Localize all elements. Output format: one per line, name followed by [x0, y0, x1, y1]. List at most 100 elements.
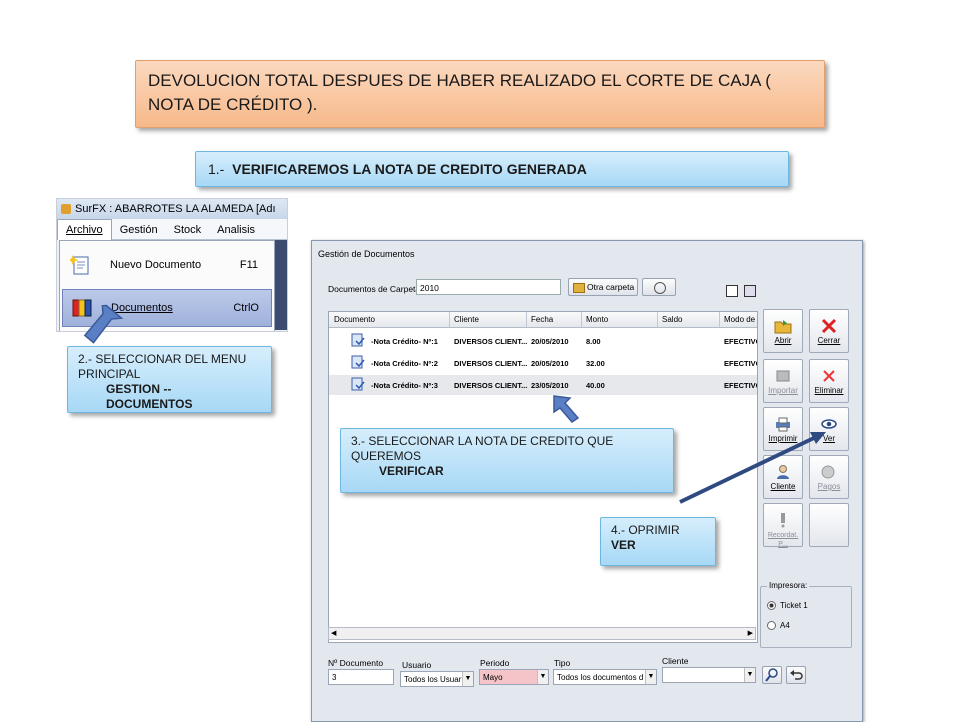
periodo-value: Mayo — [483, 673, 503, 682]
cerrar-button[interactable]: Cerrar — [809, 309, 849, 353]
cliente-select[interactable]: ▼ — [662, 667, 756, 683]
menu-stock[interactable]: Stock — [166, 220, 210, 240]
reminder-icon — [781, 513, 785, 528]
search-button[interactable] — [762, 666, 782, 684]
cell-monto: 8.00 — [586, 337, 601, 346]
app-icon — [61, 204, 71, 215]
abrir-button[interactable]: Abrir — [763, 309, 803, 353]
cell-monto: 32.00 — [586, 359, 605, 368]
dropdown-arrow-icon[interactable]: ▼ — [537, 670, 548, 684]
num-documento-label: Nº Documento — [328, 658, 384, 668]
cerrar-label: Cerrar — [817, 336, 841, 345]
step3-bold: VERIFICAR — [379, 464, 444, 478]
table-row[interactable]: -Nota Crédito- Nº:2 DIVERSOS CLIENT... 2… — [329, 353, 757, 373]
pagos-label: Pagos — [817, 482, 841, 491]
dropdown-arrow-icon[interactable]: ▼ — [462, 672, 473, 686]
radio-a4-label: A4 — [780, 621, 790, 630]
dropdown-arrow-icon[interactable]: ▼ — [744, 668, 755, 682]
coins-icon — [821, 465, 835, 479]
tools-button[interactable] — [642, 278, 676, 296]
impresora-label: Impresora: — [767, 581, 810, 590]
otra-carpeta-button[interactable]: Otra carpeta — [568, 278, 638, 296]
dropdown-arrow-icon[interactable]: ▼ — [645, 670, 656, 684]
import-icon — [776, 370, 790, 382]
menu-bar: Archivo Gestión Stock Analisis — [57, 219, 287, 240]
step1-callout: 1.- VERIFICAREMOS LA NOTA DE CREDITO GEN… — [195, 151, 789, 187]
col-monto[interactable]: Monto — [586, 315, 608, 324]
cell-fecha: 23/05/2010 — [531, 381, 569, 390]
tipo-value: Todos los documentos d — [557, 673, 644, 682]
page-title: DEVOLUCION TOTAL DESPUES DE HABER REALIZ… — [148, 71, 771, 114]
imprimir-button[interactable]: Imprimir — [763, 407, 803, 451]
cell-fecha: 20/05/2010 — [531, 359, 569, 368]
cell-cliente: DIVERSOS CLIENT... — [454, 337, 528, 346]
menu-analisis[interactable]: Analisis — [209, 220, 263, 240]
menu-item-label: Nuevo Documento — [110, 259, 202, 271]
step4-callout: 4.- OPRIMIR VER — [600, 517, 716, 566]
radio-a4[interactable]: A4 — [767, 621, 790, 631]
num-documento-input[interactable]: 3 — [328, 669, 394, 685]
scroll-left-icon[interactable]: ◀ — [331, 629, 336, 637]
usuario-select[interactable]: Todos los Usuar ▼ — [400, 671, 474, 687]
paint-icon — [654, 282, 666, 294]
cell-monto: 40.00 — [586, 381, 605, 390]
radio-ticket1[interactable]: Ticket 1 — [767, 601, 808, 611]
cell-documento: -Nota Crédito- Nº:2 — [371, 359, 438, 368]
title-callout: DEVOLUCION TOTAL DESPUES DE HABER REALIZ… — [135, 60, 825, 128]
cliente-filter-label: Cliente — [662, 656, 689, 666]
cell-modo: EFECTIVO — [724, 381, 758, 390]
search-icon — [765, 668, 778, 682]
imprimir-label: Imprimir — [768, 434, 798, 443]
menu-item-nuevo-documento[interactable]: Nuevo Documento F11 — [62, 247, 270, 283]
cell-fecha: 20/05/2010 — [531, 337, 569, 346]
view-detail-icon[interactable] — [744, 285, 756, 297]
blank-button[interactable] — [809, 503, 849, 547]
eye-icon — [821, 419, 837, 429]
cliente-button[interactable]: Cliente — [763, 455, 803, 499]
periodo-select[interactable]: Mayo ▼ — [479, 669, 549, 685]
cell-documento: -Nota Crédito- Nº:1 — [371, 337, 438, 346]
importar-label: Importar — [768, 386, 798, 395]
document-icon — [351, 333, 365, 347]
tipo-select[interactable]: Todos los documentos d ▼ — [553, 669, 657, 685]
col-fecha[interactable]: Fecha — [531, 315, 553, 324]
col-cliente[interactable]: Cliente — [454, 315, 479, 324]
pagos-button[interactable]: Pagos — [809, 455, 849, 499]
cell-modo: EFECTIVO — [724, 337, 758, 346]
table-row[interactable]: -Nota Crédito- Nº:1 DIVERSOS CLIENT... 2… — [329, 331, 757, 351]
scroll-right-icon[interactable]: ▶ — [748, 629, 753, 637]
eliminar-button[interactable]: Eliminar — [809, 359, 849, 403]
cell-documento: -Nota Crédito- Nº:3 — [371, 381, 438, 390]
tipo-label: Tipo — [554, 658, 571, 668]
table-row-selected[interactable]: -Nota Crédito- Nº:3 DIVERSOS CLIENT... 2… — [329, 375, 757, 395]
periodo-label: Periodo — [480, 658, 510, 668]
col-modo[interactable]: Modo de — [724, 315, 755, 324]
step2-callout: 2.- SELECCIONAR DEL MENU PRINCIPAL GESTI… — [67, 346, 272, 413]
folder-icon — [573, 283, 585, 293]
recordatorio-label: Recordat. P... — [767, 532, 799, 548]
menu-gestion[interactable]: Gestión — [112, 220, 166, 240]
carpeta-input[interactable]: 2010 — [416, 279, 561, 295]
view-list-icon[interactable] — [726, 285, 738, 297]
reset-button[interactable] — [786, 666, 806, 684]
eliminar-label: Eliminar — [814, 386, 844, 395]
user-icon — [777, 465, 789, 479]
ver-button[interactable]: Ver — [809, 407, 849, 451]
recordatorio-button[interactable]: Recordat. P... — [763, 503, 803, 548]
window-title: Gestión de Documentos — [318, 249, 415, 259]
ver-label: Ver — [822, 434, 835, 443]
printer-icon — [776, 417, 790, 432]
step2-text: 2.- SELECCIONAR DEL MENU PRINCIPAL — [78, 352, 247, 381]
usuario-label: Usuario — [402, 660, 432, 670]
pointer-arrow-icon — [553, 395, 580, 423]
menu-archivo[interactable]: Archivo — [57, 219, 112, 240]
document-icon — [351, 377, 365, 391]
col-saldo[interactable]: Saldo — [662, 315, 682, 324]
undo-icon — [790, 670, 803, 680]
document-icon — [351, 355, 365, 369]
horizontal-scrollbar[interactable]: ◀ ▶ — [328, 627, 756, 640]
step3-text: 3.- SELECCIONAR LA NOTA DE CREDITO QUE Q… — [351, 434, 614, 463]
importar-button[interactable]: Importar — [763, 359, 803, 403]
radio-ticket1-label: Ticket 1 — [780, 601, 808, 610]
col-documento[interactable]: Documento — [334, 315, 375, 324]
